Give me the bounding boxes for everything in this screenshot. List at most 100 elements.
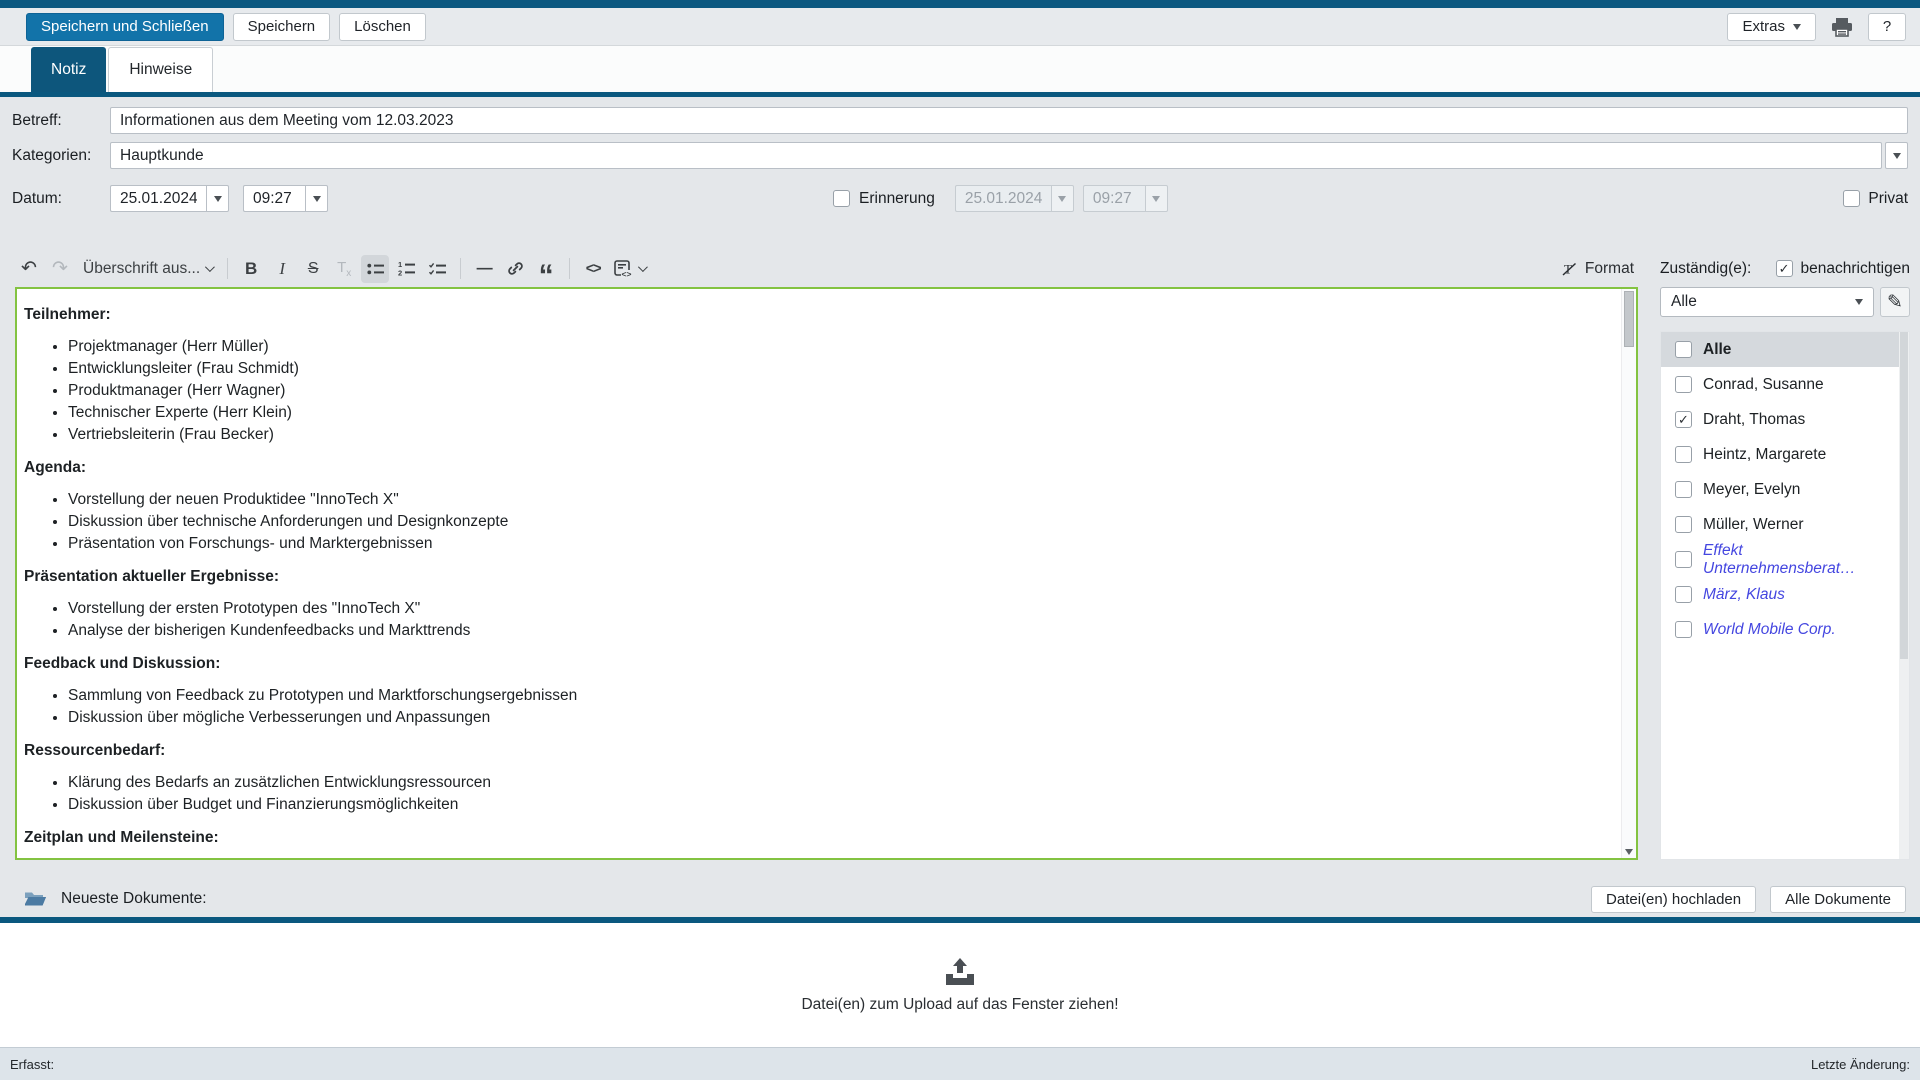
clear-formatting-button[interactable]: Tx xyxy=(330,255,358,283)
redo-icon: ↷ xyxy=(52,259,68,278)
note-bullet: Diskussion über technische Anforderungen… xyxy=(68,511,1606,533)
note-form: Betreff: Kategorien: Datum: xyxy=(0,97,1920,250)
assignee-row[interactable]: Heintz, Margarete xyxy=(1661,437,1909,472)
assignee-name: März, Klaus xyxy=(1703,586,1785,604)
heading-style-dropdown[interactable]: Überschrift aus... xyxy=(77,255,218,283)
assignee-checkbox[interactable] xyxy=(1675,621,1692,638)
folder-icon xyxy=(24,890,47,908)
categories-dropdown-button[interactable] xyxy=(1885,142,1908,169)
date-input[interactable] xyxy=(110,185,206,212)
pencil-icon: ✎ xyxy=(1887,291,1903,314)
note-bullet: Sammlung von Feedback zu Prototypen und … xyxy=(68,685,1606,707)
horizontal-rule-button[interactable]: — xyxy=(470,255,498,283)
blockquote-button[interactable]: “ xyxy=(532,255,560,283)
caret-down-icon xyxy=(214,196,222,202)
edit-assignees-button[interactable]: ✎ xyxy=(1880,287,1910,317)
editor-scrollbar[interactable] xyxy=(1621,289,1636,858)
note-bullet: Klärung des Bedarfs an zusätzlichen Entw… xyxy=(68,772,1606,794)
assignee-row[interactable]: World Mobile Corp. xyxy=(1661,612,1909,647)
subject-input[interactable] xyxy=(110,107,1908,134)
assignee-row[interactable]: Draht, Thomas xyxy=(1661,402,1909,437)
format-button[interactable]: T Format xyxy=(1557,255,1638,283)
main-toolbar: Speichern und Schließen Speichern Lösche… xyxy=(0,8,1920,46)
assignee-checkbox[interactable] xyxy=(1675,516,1692,533)
undo-button[interactable]: ↶ xyxy=(15,255,43,283)
note-editor[interactable]: Teilnehmer:Projektmanager (Herr Müller)E… xyxy=(15,287,1638,860)
inline-code-icon: <> xyxy=(586,261,601,277)
extras-label: Extras xyxy=(1742,18,1785,35)
reminder-date-combo xyxy=(955,185,1074,212)
date-combo xyxy=(110,185,229,212)
date-dropdown-button[interactable] xyxy=(206,185,229,212)
toolbar-separator xyxy=(569,258,570,279)
note-heading: Teilnehmer: xyxy=(24,305,1606,324)
documents-bar: Neueste Dokumente: Datei(en) hochladen A… xyxy=(0,881,1920,917)
assignee-row[interactable]: Effekt Unternehmensberat… xyxy=(1661,542,1909,577)
link-button[interactable] xyxy=(501,255,529,283)
bullet-list-button[interactable] xyxy=(361,255,389,283)
assignee-checkbox[interactable] xyxy=(1675,341,1692,358)
assignee-checkbox[interactable] xyxy=(1675,586,1692,603)
note-bullet: Projektmanager (Herr Müller) xyxy=(68,336,1606,358)
code-block-dropdown-button[interactable]: <> xyxy=(610,255,649,283)
italic-button[interactable]: I xyxy=(268,255,296,283)
assignee-checkbox[interactable] xyxy=(1675,551,1692,568)
print-button[interactable] xyxy=(1825,13,1859,41)
file-dropzone[interactable]: Datei(en) zum Upload auf das Fenster zie… xyxy=(0,923,1920,1047)
reminder-checkbox[interactable] xyxy=(833,190,850,207)
save-and-close-button[interactable]: Speichern und Schließen xyxy=(26,13,224,41)
bold-button[interactable]: B xyxy=(237,255,265,283)
assignee-row[interactable]: Müller, Werner xyxy=(1661,507,1909,542)
toolbar-separator xyxy=(227,258,228,279)
strikethrough-button[interactable]: S xyxy=(299,255,327,283)
notify-checkbox[interactable] xyxy=(1776,260,1793,277)
note-content[interactable]: Teilnehmer:Projektmanager (Herr Müller)E… xyxy=(17,289,1636,858)
assignee-checkbox[interactable] xyxy=(1675,481,1692,498)
help-button[interactable]: ? xyxy=(1868,13,1906,41)
assignee-list-scrollbar[interactable] xyxy=(1899,332,1909,859)
task-list-button[interactable] xyxy=(423,255,451,283)
assignee-checkbox[interactable] xyxy=(1675,446,1692,463)
editor-scrollbar-thumb[interactable] xyxy=(1624,291,1634,347)
assignee-filter-select[interactable]: Alle xyxy=(1660,287,1874,317)
categories-row: Kategorien: xyxy=(12,142,1908,169)
time-input[interactable] xyxy=(243,185,305,212)
ordered-list-button[interactable]: 1 2 xyxy=(392,255,420,283)
note-bullet: Vorstellung der ersten Prototypen des "I… xyxy=(68,598,1606,620)
assignee-row[interactable]: Conrad, Susanne xyxy=(1661,367,1909,402)
tab-notiz[interactable]: Notiz xyxy=(31,47,106,92)
bold-icon: B xyxy=(245,259,257,279)
scroll-down-icon[interactable] xyxy=(1625,849,1633,855)
assignee-checkbox[interactable] xyxy=(1675,376,1692,393)
heading-style-label: Überschrift aus... xyxy=(83,260,200,278)
delete-button[interactable]: Löschen xyxy=(339,13,426,41)
extras-dropdown-button[interactable]: Extras xyxy=(1727,13,1816,41)
assignee-scrollbar-thumb[interactable] xyxy=(1900,332,1908,659)
assignee-checkbox[interactable] xyxy=(1675,411,1692,428)
note-heading: Zeitplan und Meilensteine: xyxy=(24,828,1606,847)
notify-label: benachrichtigen xyxy=(1801,260,1910,278)
private-group: Privat xyxy=(1843,190,1908,208)
editor-work-area: Teilnehmer: Projektmanager (Herr Müller) E… xyxy=(0,287,1920,860)
categories-input[interactable] xyxy=(110,142,1882,169)
clear-format-icon: T xyxy=(1561,261,1578,277)
reminder-date-input xyxy=(955,185,1051,212)
toolbar-separator xyxy=(460,258,461,279)
status-bar: Erfasst: Letzte Änderung: xyxy=(0,1047,1920,1080)
svg-text:T: T xyxy=(1564,261,1572,276)
created-label: Erfasst: xyxy=(10,1057,54,1072)
time-dropdown-button[interactable] xyxy=(305,185,328,212)
upload-files-button[interactable]: Datei(en) hochladen xyxy=(1591,886,1756,913)
redo-button[interactable]: ↷ xyxy=(46,255,74,283)
inline-code-button[interactable]: <> xyxy=(579,255,607,283)
note-heading: Agenda: xyxy=(24,458,1606,477)
reminder-time-dropdown-button xyxy=(1145,185,1168,212)
private-checkbox[interactable] xyxy=(1843,190,1860,207)
assignee-row[interactable]: März, Klaus xyxy=(1661,577,1909,612)
save-button[interactable]: Speichern xyxy=(233,13,331,41)
assignee-row[interactable]: Alle xyxy=(1661,332,1909,367)
tab-hinweise[interactable]: Hinweise xyxy=(108,47,213,92)
assignee-sidebar: Alle ✎ Alle Conrad, Susanne Draht, Thoma… xyxy=(1660,287,1910,860)
assignee-row[interactable]: Meyer, Evelyn xyxy=(1661,472,1909,507)
all-documents-button[interactable]: Alle Dokumente xyxy=(1770,886,1906,913)
